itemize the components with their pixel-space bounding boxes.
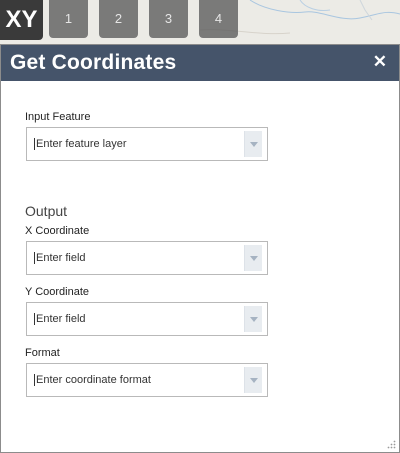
format-dropdown[interactable]: Enter coordinate format	[26, 363, 268, 397]
panel-header[interactable]: Get Coordinates ✕	[1, 45, 399, 81]
page-tab-4[interactable]: 4	[199, 0, 238, 38]
map-view[interactable]: XY 1 2 3 4	[0, 0, 400, 44]
y-coordinate-dropdown[interactable]: Enter field	[26, 302, 268, 336]
format-placeholder[interactable]: Enter coordinate format	[34, 374, 244, 386]
close-icon[interactable]: ✕	[373, 52, 387, 72]
xy-widget-button[interactable]: XY	[0, 0, 43, 40]
y-coordinate-label: Y Coordinate	[25, 286, 90, 298]
panel-title: Get Coordinates	[10, 51, 177, 74]
x-coordinate-placeholder[interactable]: Enter field	[34, 252, 244, 264]
get-coordinates-panel: Get Coordinates ✕ Input Feature Enter fe…	[0, 44, 400, 453]
x-coordinate-label: X Coordinate	[25, 225, 90, 237]
output-section-heading: Output	[25, 203, 68, 219]
input-feature-label: Input Feature	[25, 111, 91, 123]
input-feature-placeholder[interactable]: Enter feature layer	[34, 138, 244, 150]
resize-grip-icon[interactable]	[387, 440, 396, 449]
y-coordinate-placeholder[interactable]: Enter field	[34, 313, 244, 325]
page-tab-3[interactable]: 3	[149, 0, 188, 38]
chevron-down-icon[interactable]	[244, 245, 262, 271]
page-tab-2[interactable]: 2	[99, 0, 138, 38]
page-tab-1[interactable]: 1	[49, 0, 88, 38]
x-coordinate-dropdown[interactable]: Enter field	[26, 241, 268, 275]
chevron-down-icon[interactable]	[244, 367, 262, 393]
chevron-down-icon[interactable]	[244, 131, 262, 157]
chevron-down-icon[interactable]	[244, 306, 262, 332]
format-label: Format	[25, 347, 60, 359]
input-feature-dropdown[interactable]: Enter feature layer	[26, 127, 268, 161]
